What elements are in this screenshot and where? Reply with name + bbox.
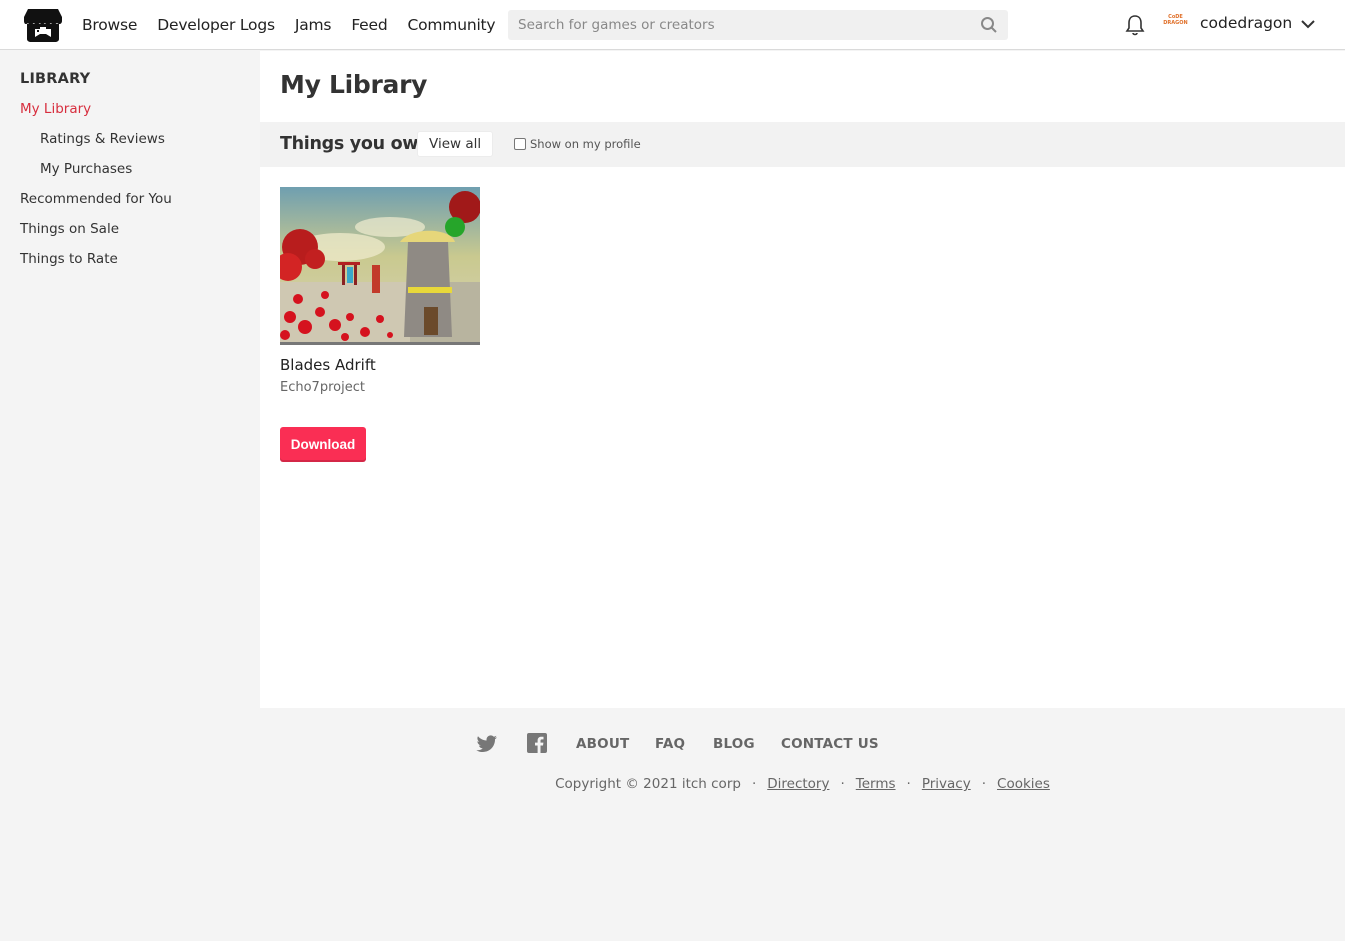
twitter-icon[interactable]	[476, 732, 498, 754]
footer-faq-link[interactable]: FAQ	[655, 736, 685, 752]
site-footer: ABOUT FAQ BLOG CONTACT US Copyright © 20…	[260, 708, 1345, 941]
show-on-profile-toggle[interactable]: Show on my profile	[514, 137, 641, 151]
copyright-text: Copyright © 2021 itch corp	[555, 776, 741, 792]
notification-bell-icon[interactable]	[1125, 14, 1145, 36]
avatar[interactable]: CoDE DRAGON	[1163, 14, 1188, 34]
cookies-link[interactable]: Cookies	[997, 776, 1050, 792]
nav-developer-logs[interactable]: Developer Logs	[157, 16, 275, 34]
page-title: My Library	[280, 70, 428, 99]
game-title[interactable]: Blades Adrift	[280, 356, 376, 374]
main-nav: Browse Developer Logs Jams Feed Communit…	[82, 0, 496, 50]
nav-browse[interactable]: Browse	[82, 16, 137, 34]
game-author[interactable]: Echo7project	[280, 380, 365, 395]
sidebar-item-things-to-rate[interactable]: Things to Rate	[20, 251, 118, 267]
footer-about-link[interactable]: ABOUT	[576, 736, 629, 752]
chevron-down-icon[interactable]	[1300, 17, 1316, 31]
footer-blog-link[interactable]: BLOG	[713, 736, 755, 752]
game-thumbnail[interactable]	[280, 187, 480, 345]
download-button[interactable]: Download	[280, 427, 366, 462]
sidebar-item-recommended[interactable]: Recommended for You	[20, 191, 172, 207]
nav-jams[interactable]: Jams	[295, 16, 332, 34]
show-on-profile-label: Show on my profile	[530, 137, 641, 151]
footer-legal: Copyright © 2021 itch corp · Directory · Ter…	[555, 776, 1050, 792]
game-cover-image	[280, 187, 480, 342]
directory-link[interactable]: Directory	[767, 776, 829, 792]
things-you-own-bar: Things you own View all Show on my profi…	[260, 122, 1345, 167]
terms-link[interactable]: Terms	[856, 776, 896, 792]
nav-community[interactable]: Community	[408, 16, 496, 34]
search-icon[interactable]	[980, 16, 998, 34]
sidebar-heading: LIBRARY	[20, 71, 91, 87]
privacy-link[interactable]: Privacy	[922, 776, 971, 792]
library-sidebar: LIBRARY My Library Ratings & Reviews My …	[0, 51, 260, 941]
top-header: Browse Developer Logs Jams Feed Communit…	[0, 0, 1345, 50]
search-input[interactable]	[508, 10, 968, 40]
sidebar-item-things-on-sale[interactable]: Things on Sale	[20, 221, 119, 237]
view-all-button[interactable]: View all	[417, 131, 494, 157]
footer-contact-link[interactable]: CONTACT US	[781, 736, 879, 752]
itchio-logo-icon[interactable]	[24, 7, 62, 43]
nav-feed[interactable]: Feed	[351, 16, 387, 34]
sidebar-item-my-purchases[interactable]: My Purchases	[40, 161, 132, 177]
sidebar-item-ratings-reviews[interactable]: Ratings & Reviews	[40, 131, 165, 147]
facebook-icon[interactable]	[526, 732, 548, 754]
sidebar-item-my-library[interactable]: My Library	[20, 101, 91, 117]
show-on-profile-checkbox[interactable]	[514, 138, 526, 150]
main-content: My Library Things you own View all Show …	[260, 51, 1345, 708]
section-title: Things you own	[280, 134, 431, 154]
search-box	[508, 10, 1008, 40]
username[interactable]: codedragon	[1200, 14, 1292, 32]
